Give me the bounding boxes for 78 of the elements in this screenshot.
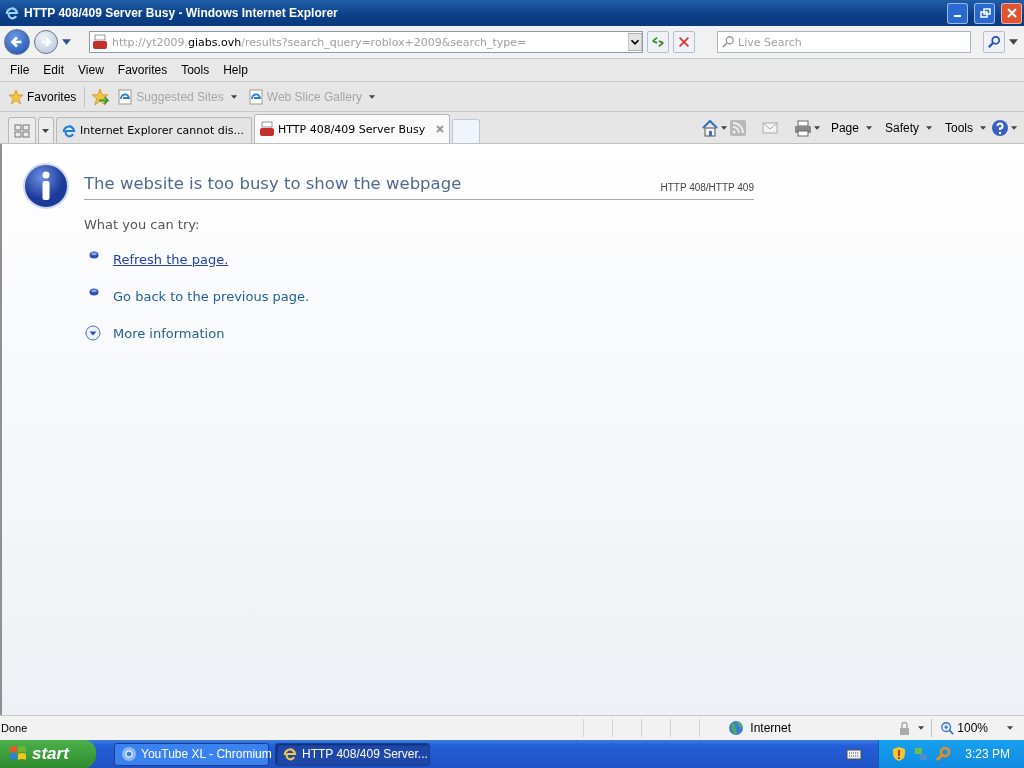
- caret-icon[interactable]: [1009, 38, 1018, 46]
- menu-item[interactable]: File: [3, 63, 37, 77]
- caret-icon[interactable]: [720, 124, 728, 131]
- bullet-icon: [89, 251, 99, 259]
- close-icon: [677, 35, 691, 49]
- command-button[interactable]: Page: [828, 120, 875, 135]
- search-icon: [987, 35, 1001, 49]
- browser-icon: [4, 5, 20, 21]
- restore-icon: [978, 7, 991, 19]
- suggestion-link[interactable]: Refresh the page.: [113, 251, 229, 267]
- tab-list-button[interactable]: [38, 117, 54, 143]
- star-icon: [8, 88, 24, 105]
- error-code: HTTP 408/HTTP 409: [660, 182, 754, 193]
- caret-icon: [368, 93, 376, 100]
- search-field[interactable]: Live Search: [717, 31, 971, 53]
- menu-item[interactable]: Edit: [36, 63, 72, 77]
- bullet-icon: [89, 288, 99, 296]
- caret-icon: [980, 124, 987, 131]
- page-icon: [247, 88, 264, 105]
- menu-item[interactable]: Favorites: [110, 63, 175, 77]
- minimize-icon: [954, 15, 961, 17]
- search-icon: [721, 35, 735, 49]
- expand-icon[interactable]: [85, 325, 101, 341]
- page-icon: [117, 88, 134, 105]
- address-field[interactable]: http://yt2009.giabs.ovh/results?search_query=roblox+2009&search_type=: [89, 31, 643, 53]
- browser-tab[interactable]: HTTP 408/409 Server Busy: [254, 114, 450, 143]
- refresh-button[interactable]: [647, 31, 669, 53]
- favorites-button[interactable]: Favorites: [6, 88, 79, 105]
- window-title: HTTP 408/409 Server Busy - Windows Internet Explorer: [24, 6, 338, 20]
- caret-icon[interactable]: [1011, 124, 1018, 131]
- command-button[interactable]: Tools: [943, 120, 989, 135]
- caret-icon: [230, 93, 238, 100]
- restore-button[interactable]: [974, 2, 995, 24]
- close-icon[interactable]: [435, 124, 445, 134]
- caret-icon[interactable]: [918, 725, 926, 731]
- command-button[interactable]: Safety: [882, 120, 935, 135]
- clock: 3:23 PM: [965, 747, 1010, 761]
- forward-button[interactable]: [34, 30, 58, 54]
- browser-icon: [121, 746, 137, 762]
- dropdown-icon[interactable]: [628, 33, 642, 51]
- stop-button[interactable]: [673, 31, 695, 53]
- close-button[interactable]: [1001, 2, 1022, 24]
- printer-icon[interactable]: [793, 118, 812, 137]
- add-favorite-icon[interactable]: [91, 87, 110, 106]
- zoom-button[interactable]: 100%: [938, 721, 1016, 735]
- close-icon: [1005, 7, 1018, 19]
- help-icon[interactable]: [991, 118, 1009, 137]
- caret-icon: [42, 127, 50, 134]
- menu-item[interactable]: Help: [216, 63, 255, 77]
- keyboard-icon[interactable]: [846, 746, 863, 762]
- menu-item[interactable]: Tools: [174, 63, 217, 77]
- caret-icon[interactable]: [62, 38, 71, 46]
- status-text: Done: [1, 722, 28, 734]
- refresh-icon: [651, 35, 665, 49]
- info-icon: [22, 162, 70, 210]
- search-button[interactable]: [983, 31, 1005, 53]
- intro-text: What you can try:: [84, 217, 201, 232]
- caret-icon[interactable]: [813, 124, 821, 131]
- globe-icon: [728, 720, 745, 736]
- suggestion-link[interactable]: Go back to the previous page.: [113, 288, 310, 304]
- home-icon[interactable]: [700, 118, 719, 137]
- security-zone: Internet: [750, 721, 792, 735]
- caret-icon: [1007, 725, 1014, 731]
- error-heading: The website is too busy to show the webpage: [84, 174, 462, 193]
- zoom-icon: [940, 721, 955, 735]
- back-button[interactable]: [4, 29, 30, 55]
- shield-icon[interactable]: [891, 746, 908, 762]
- caret-icon: [926, 124, 933, 131]
- suggestion-link[interactable]: More information: [113, 325, 225, 341]
- caret-icon: [865, 124, 873, 131]
- minimize-button[interactable]: [947, 2, 968, 24]
- browser-icon: [61, 122, 77, 139]
- grid-icon: [14, 122, 30, 139]
- browser-icon: [282, 746, 298, 762]
- taskbar-button[interactable]: YouTube XL - Chromium: [114, 742, 269, 766]
- menu-item[interactable]: View: [71, 63, 111, 77]
- taskbar-button[interactable]: HTTP 408/409 Server...: [275, 742, 430, 766]
- browser-tab[interactable]: Internet Explorer cannot dis...: [56, 117, 252, 143]
